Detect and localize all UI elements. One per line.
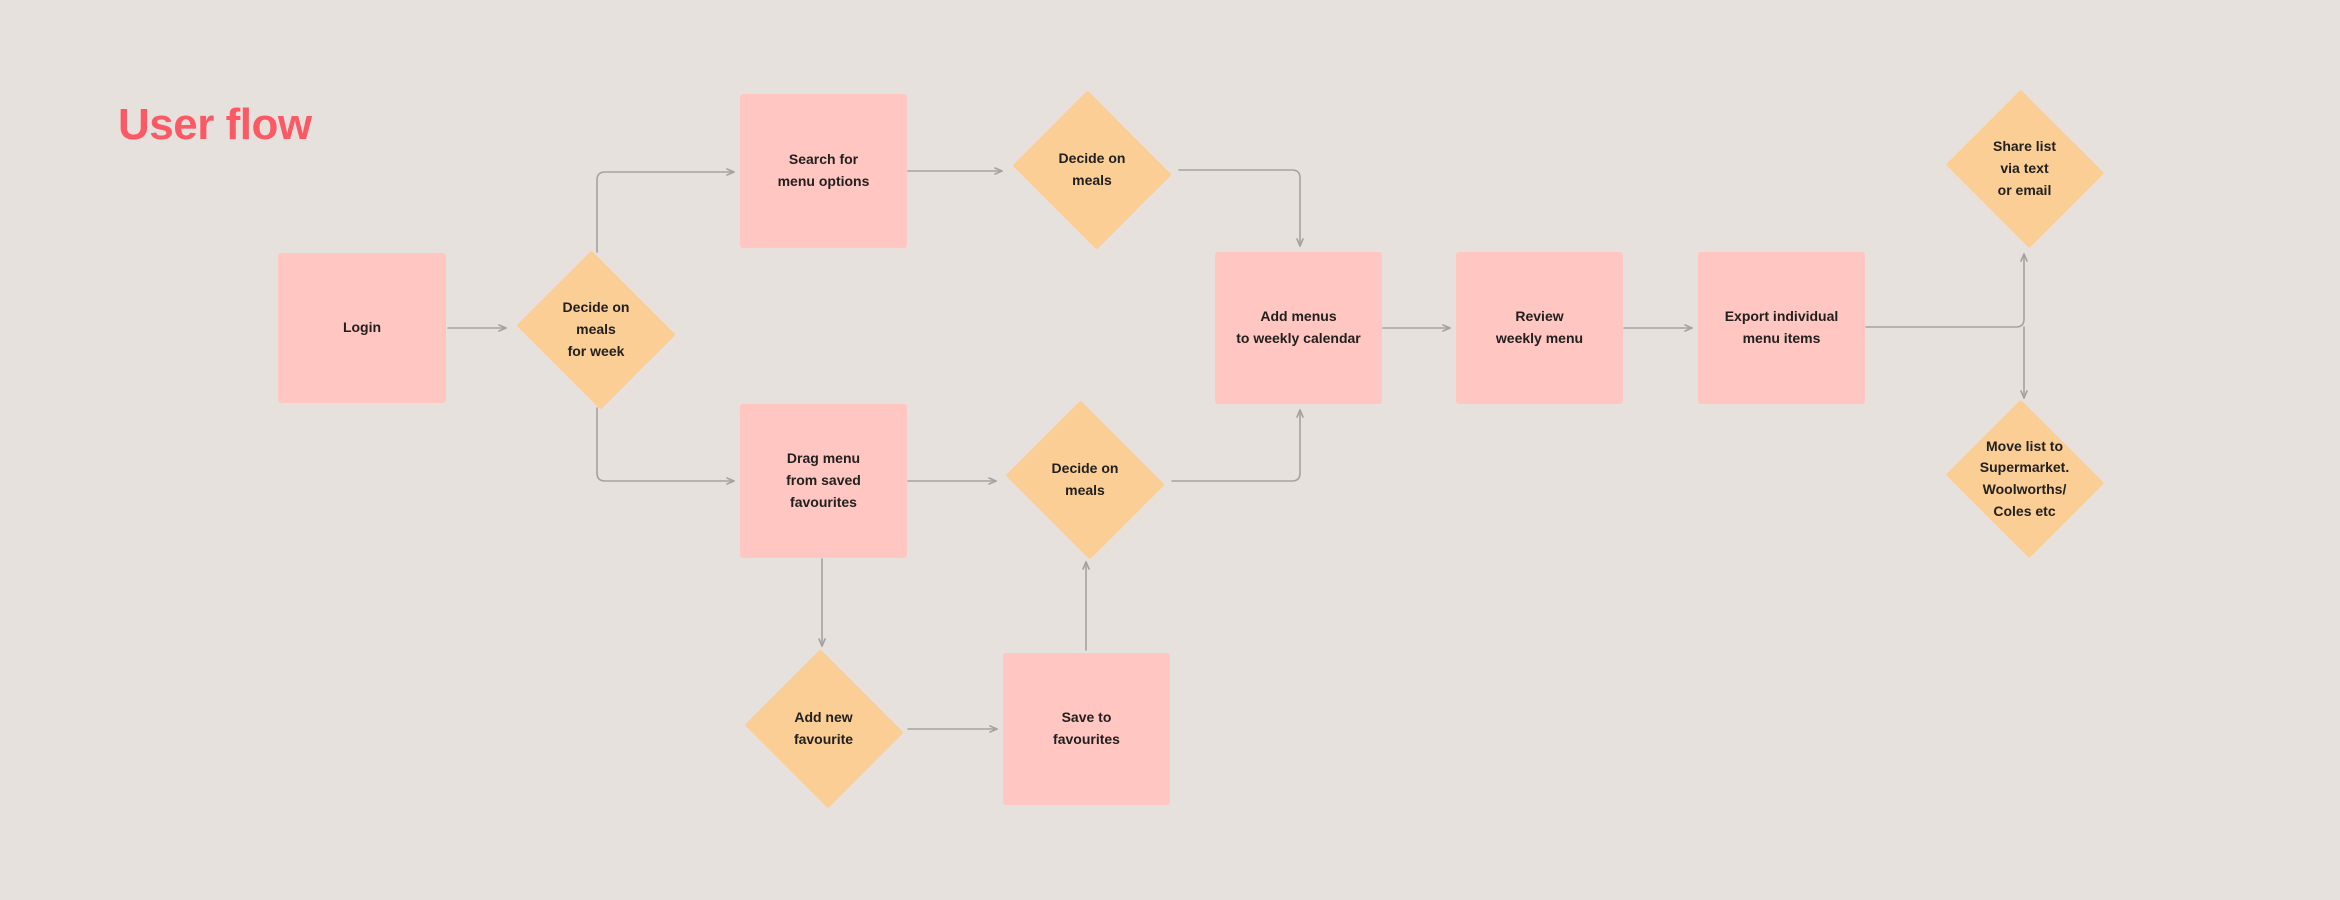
flow-node-decide_bottom[interactable]: Decide on meals bbox=[1001, 400, 1169, 560]
flow-node-drag_menu[interactable]: Drag menu from saved favourites bbox=[740, 404, 907, 558]
flow-node-share_list[interactable]: Share list via text or email bbox=[1941, 89, 2108, 249]
flow-node-label: Save to favourites bbox=[1053, 709, 1120, 747]
flow-node-label: Review weekly menu bbox=[1495, 308, 1584, 346]
flow-node-save_fav[interactable]: Save to favourites bbox=[1003, 653, 1170, 805]
flow-node-add_new_fav[interactable]: Add new favourite bbox=[740, 649, 907, 809]
flow-node-label: Add menus to weekly calendar bbox=[1236, 308, 1361, 346]
flow-node-move_list[interactable]: Move list to Supermarket. Woolworths/ Co… bbox=[1941, 399, 2108, 559]
flow-node-label: Login bbox=[342, 319, 382, 336]
connector-decide-week-to-search bbox=[596, 168, 735, 253]
connector-decide-bottom-to-add-menus bbox=[1171, 409, 1304, 482]
flow-node-label: Search for menu options bbox=[777, 151, 870, 189]
flow-node-search_menu[interactable]: Search for menu options bbox=[740, 94, 907, 248]
flow-node-decide_week[interactable]: Decide on meals for week bbox=[512, 250, 680, 410]
flow-node-review_menu[interactable]: Review weekly menu bbox=[1456, 252, 1623, 404]
diamond-shape bbox=[743, 649, 904, 809]
diamond-shape bbox=[1945, 89, 2104, 249]
flow-node-login[interactable]: Login bbox=[278, 253, 446, 403]
flow-node-label: Drag menu from saved favourites bbox=[786, 450, 861, 510]
flow-node-label: Export individual menu items bbox=[1724, 308, 1839, 346]
diamond-shape bbox=[1005, 400, 1165, 560]
connector-decide-top-to-add-menus bbox=[1178, 169, 1304, 247]
connector-export-to-share-list bbox=[1865, 253, 2028, 328]
user-flow-diagram-canvas: User flow Login Decide on meals for week S… bbox=[0, 0, 2340, 900]
diamond-shape bbox=[1012, 90, 1172, 250]
flow-node-decide_top[interactable]: Decide on meals bbox=[1008, 90, 1176, 250]
flow-node-export_items[interactable]: Export individual menu items bbox=[1698, 252, 1865, 404]
flow-node-add_menus[interactable]: Add menus to weekly calendar bbox=[1215, 252, 1382, 404]
diamond-shape bbox=[516, 250, 676, 410]
connector-decide-week-to-drag bbox=[596, 407, 735, 485]
diamond-shape bbox=[1945, 399, 2104, 559]
